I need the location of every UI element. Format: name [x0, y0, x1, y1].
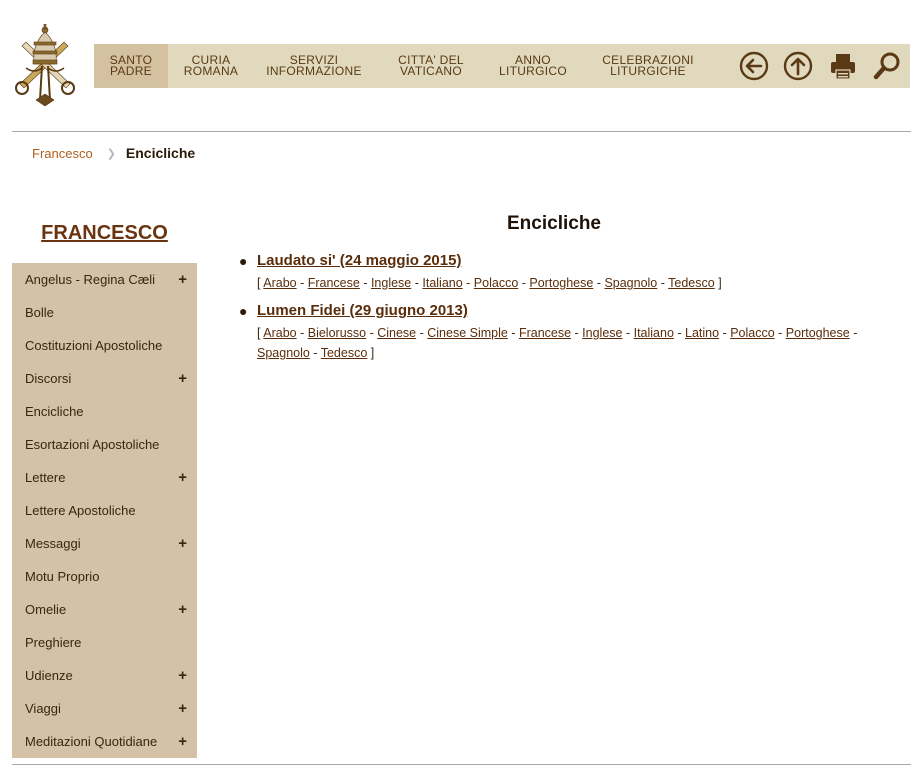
search-icon[interactable] [871, 50, 903, 82]
language-link-polacco[interactable]: Polacco [474, 276, 518, 290]
print-icon[interactable] [827, 50, 859, 82]
sidebar-item-omelie[interactable]: Omelie + [12, 593, 197, 626]
encyclical-title-link[interactable]: Laudato si' (24 maggio 2015) [257, 252, 461, 269]
sidebar-item-label: Viaggi [25, 701, 61, 716]
nav-curia-romana[interactable]: CURIA ROMANA [168, 44, 254, 88]
language-link-cinese[interactable]: Cinese [377, 326, 416, 340]
sidebar-item-label: Angelus - Regina Cæli [25, 272, 156, 287]
language-link-francese[interactable]: Francese [308, 276, 360, 290]
language-link-italiano[interactable]: Italiano [422, 276, 462, 290]
bullet-icon: ● [239, 253, 248, 269]
sidebar-item-bolle[interactable]: Bolle [12, 296, 197, 329]
breadcrumb-current: Encicliche [125, 145, 196, 161]
nav-celebrazioni-liturgiche[interactable]: CELEBRAZIONI LITURGICHE [578, 44, 718, 88]
sidebar-title-francesco[interactable]: FRANCESCO [12, 222, 197, 245]
sidebar-item-label: Omelie [25, 602, 67, 617]
bullet-icon: ● [239, 303, 248, 319]
sidebar-item-costituzioni-apostoliche[interactable]: Costituzioni Apostoliche [12, 329, 197, 362]
language-links: [ Arabo - Bielorusso - Cinese - Cinese S… [257, 326, 858, 360]
sidebar-item-udienze[interactable]: Udienze + [12, 659, 197, 692]
expand-plus-icon[interactable]: + [178, 700, 187, 717]
language-link-cinese-simple[interactable]: Cinese Simple [427, 326, 508, 340]
language-link-bielorusso[interactable]: Bielorusso [308, 326, 366, 340]
sidebar-item-viaggi[interactable]: Viaggi + [12, 692, 197, 725]
sidebar-item-motu-proprio[interactable]: Motu Proprio [12, 560, 197, 593]
chevron-right-icon: ❯ [106, 147, 116, 160]
sidebar-item-lettere[interactable]: Lettere + [12, 461, 197, 494]
breadcrumb-francesco-link[interactable]: Francesco [32, 146, 93, 161]
breadcrumb: Francesco ❯ Encicliche [32, 145, 195, 161]
language-link-tedesco[interactable]: Tedesco [321, 346, 368, 360]
sidebar-item-label: Messaggi [25, 536, 81, 551]
sidebar-item-esortazioni-apostoliche[interactable]: Esortazioni Apostoliche [12, 428, 197, 461]
sidebar-item-label: Meditazioni Quotidiane [25, 734, 158, 749]
language-link-spagnolo[interactable]: Spagnolo [604, 276, 657, 290]
sidebar-item-encicliche[interactable]: Encicliche [12, 395, 197, 428]
expand-plus-icon[interactable]: + [178, 667, 187, 684]
language-link-tedesco[interactable]: Tedesco [668, 276, 715, 290]
encyclical-title-link[interactable]: Lumen Fidei (29 giugno 2013) [257, 302, 468, 319]
expand-plus-icon[interactable]: + [178, 601, 187, 618]
sidebar-item-label: Lettere Apostoliche [25, 503, 136, 518]
nav-anno-liturgico[interactable]: ANNO LITURGICO [488, 44, 578, 88]
back-arrow-icon[interactable] [738, 50, 770, 82]
sidebar-item-label: Lettere [25, 470, 66, 485]
footer-divider [12, 764, 911, 765]
language-link-polacco[interactable]: Polacco [730, 326, 774, 340]
sidebar-item-messaggi[interactable]: Messaggi + [12, 527, 197, 560]
sidebar-item-label: Discorsi [25, 371, 72, 386]
header-divider [12, 131, 911, 132]
sidebar-menu: Angelus - Regina Cæli + Bolle Costituzion… [12, 263, 197, 758]
expand-plus-icon[interactable]: + [178, 535, 187, 552]
language-link-arabo[interactable]: Arabo [263, 326, 296, 340]
language-link-spagnolo[interactable]: Spagnolo [257, 346, 310, 360]
sidebar-item-label: Encicliche [25, 404, 84, 419]
expand-plus-icon[interactable]: + [178, 271, 187, 288]
sidebar-item-discorsi[interactable]: Discorsi + [12, 362, 197, 395]
language-link-latino[interactable]: Latino [685, 326, 719, 340]
expand-plus-icon[interactable]: + [178, 733, 187, 750]
up-arrow-icon[interactable] [782, 50, 814, 82]
sidebar-item-label: Udienze [25, 668, 73, 683]
sidebar-item-label: Bolle [25, 305, 54, 320]
sidebar-item-lettere-apostoliche[interactable]: Lettere Apostoliche [12, 494, 197, 527]
page-title: Encicliche [507, 213, 601, 234]
holy-see-logo[interactable] [12, 23, 78, 108]
expand-plus-icon[interactable]: + [178, 370, 187, 387]
sidebar-item-label: Costituzioni Apostoliche [25, 338, 163, 353]
language-link-portoghese[interactable]: Portoghese [529, 276, 593, 290]
language-link-italiano[interactable]: Italiano [634, 326, 674, 340]
sidebar-item-angelus[interactable]: Angelus - Regina Cæli + [12, 263, 197, 296]
language-link-francese[interactable]: Francese [519, 326, 571, 340]
expand-plus-icon[interactable]: + [178, 469, 187, 486]
sidebar-item-meditazioni-quotidiane[interactable]: Meditazioni Quotidiane + [12, 725, 197, 758]
nav-servizi-informazione[interactable]: SERVIZI INFORMAZIONE [254, 44, 374, 88]
sidebar-item-preghiere[interactable]: Preghiere [12, 626, 197, 659]
language-link-portoghese[interactable]: Portoghese [786, 326, 850, 340]
language-link-inglese[interactable]: Inglese [582, 326, 622, 340]
language-link-inglese[interactable]: Inglese [371, 276, 411, 290]
sidebar-item-label: Preghiere [25, 635, 82, 650]
top-navigation: SANTO PADRE CURIA ROMANA SERVIZI INFORMA… [94, 44, 910, 88]
language-links: [ Arabo - Francese - Inglese - Italiano … [257, 276, 722, 290]
nav-santo-padre[interactable]: SANTO PADRE [94, 44, 168, 88]
language-link-arabo[interactable]: Arabo [263, 276, 296, 290]
sidebar-item-label: Esortazioni Apostoliche [25, 437, 160, 452]
nav-citta-del-vaticano[interactable]: CITTA' DEL VATICANO [374, 44, 488, 88]
sidebar-item-label: Motu Proprio [25, 569, 100, 584]
